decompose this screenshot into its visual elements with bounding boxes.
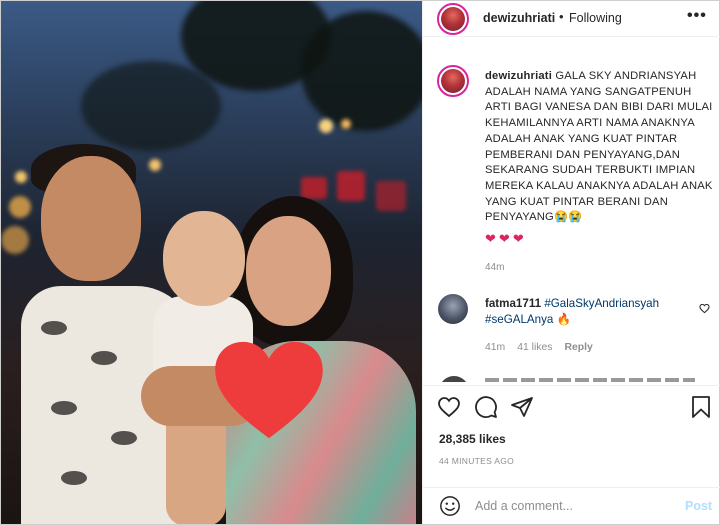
post-sidebar: dewizuhriati • Following ••• dewizuhriat… [422,1,720,524]
caption-time: 44m [485,262,505,273]
photo-bg-shape [301,11,422,131]
photo-bokeh [9,196,31,218]
likes-count[interactable]: 28,385 likes [439,432,506,446]
caption-body: GALA SKY ANDRIANSYAH ADALAH NAMA YANG SA… [485,70,713,224]
post-button[interactable]: Post [685,499,712,513]
photo-shirt-print [51,401,77,415]
avatar-image [441,7,465,31]
avatar-image [441,69,465,93]
photo-man-face [41,156,141,281]
fire-emoji-icon: 🔥 [556,313,571,326]
comment-hashtag[interactable]: #GalaSkyAndriansyah [544,297,659,310]
comment-meta: 41m 41 likes Reply [485,342,593,353]
caption-avatar[interactable] [437,65,469,97]
photo-lantern [301,177,327,199]
commenter-avatar[interactable] [438,294,468,324]
photo-bokeh [149,159,161,171]
header-separator: • [559,9,564,24]
following-button[interactable]: Following [569,11,622,25]
next-comment-peek [437,376,707,382]
action-bar [423,385,720,427]
caption-hearts: ❤ ❤ ❤ [485,231,524,247]
photo-lantern [337,171,365,201]
photo-lantern [376,181,406,211]
bookmark-icon[interactable] [689,395,713,419]
more-horizontal-icon[interactable]: ••• [687,7,707,25]
caption-username[interactable]: dewizuhriati [485,70,552,82]
emoji-icon[interactable] [439,495,461,517]
comment-likes[interactable]: 41 likes [517,342,552,353]
post-timestamp: 44 MINUTES AGO [439,456,515,466]
heart-outline-icon[interactable] [699,303,710,314]
caption-emojis: 😭😭 [553,211,583,224]
red-heart-icon: ❤ [512,231,524,246]
photo-baby-face [163,211,245,306]
comment-text-cutoff [485,378,695,382]
comment-username[interactable]: fatma1711 [485,297,541,310]
commenter-avatar [439,376,469,382]
red-heart-icon: ❤ [485,231,496,246]
red-heart-icon: ❤ [498,231,510,246]
photo-bokeh [1,226,29,254]
photo-bg-shape [81,61,221,151]
share-icon[interactable] [510,395,534,419]
photo-bokeh [319,119,333,133]
caption-text: dewizuhriati GALA SKY ANDRIANSYAH ADALAH… [485,69,715,226]
comment-input[interactable] [475,495,675,517]
author-avatar[interactable] [437,3,469,35]
photo-shirt-print [41,321,67,335]
photo-shirt-print [91,351,117,365]
post-header: dewizuhriati • Following ••• [423,1,720,37]
comment-time: 41m [485,342,506,353]
comment-hashtag[interactable]: #seGALAnya [485,313,553,326]
reply-button[interactable]: Reply [564,342,592,353]
post-photo[interactable] [1,1,422,524]
comment-text: fatma1711 #GalaSkyAndriansyah #seGALAnya… [485,296,695,328]
photo-shirt-print [111,431,137,445]
photo-bokeh [15,171,27,183]
photo-shirt-print [61,471,87,485]
heart-sticker-icon [215,341,323,439]
heart-outline-icon[interactable] [437,395,461,419]
header-username[interactable]: dewizuhriati [483,11,555,25]
photo-woman-face [246,216,331,326]
add-comment-bar: Post [423,487,720,524]
comment-icon[interactable] [474,395,498,419]
photo-bokeh [341,119,351,129]
